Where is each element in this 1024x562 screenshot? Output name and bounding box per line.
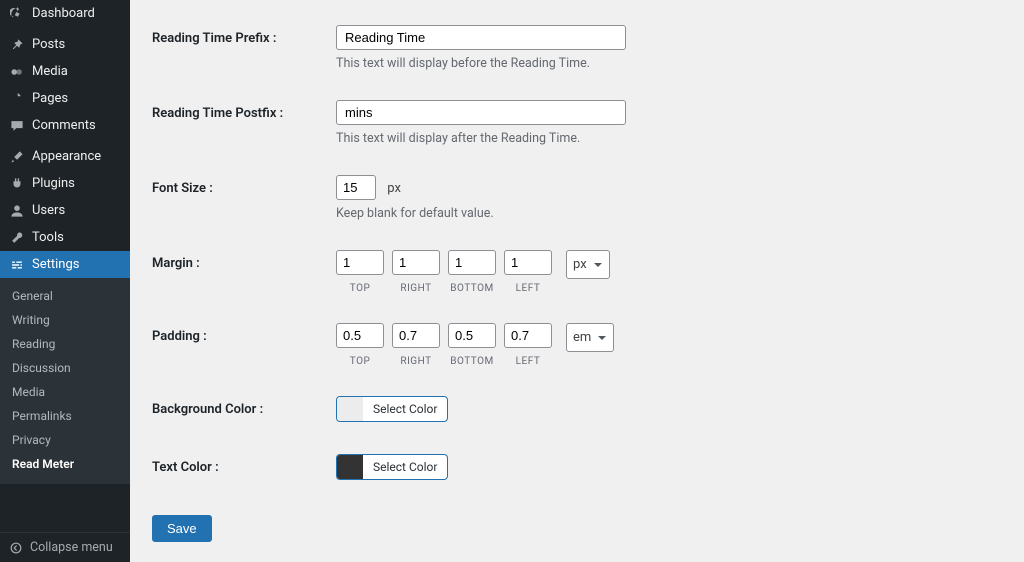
padding-unit-select[interactable]: em [566, 323, 614, 352]
chevron-down-icon [593, 260, 603, 270]
margin-left-input[interactable] [504, 250, 552, 275]
media-icon [10, 65, 24, 79]
sidebar-item-label: Media [32, 64, 68, 79]
margin-top-caption: TOP [350, 283, 371, 294]
postfix-desc: This text will display after the Reading… [336, 131, 1002, 146]
sidebar-item-label: Posts [32, 37, 65, 52]
chevron-down-icon [597, 333, 607, 343]
sidebar-item-label: Pages [32, 91, 68, 106]
font-size-label: Font Size : [152, 175, 336, 221]
sidebar-item-label: Appearance [32, 149, 101, 164]
sidebar-item-appearance[interactable]: Appearance [0, 143, 130, 170]
collapse-menu[interactable]: Collapse menu [0, 532, 130, 562]
sidebar-item-plugins[interactable]: Plugins [0, 170, 130, 197]
sidebar-item-comments[interactable]: Comments [0, 112, 130, 139]
margin-left-caption: LEFT [516, 283, 541, 294]
padding-top-caption: TOP [350, 356, 371, 367]
prefix-label: Reading Time Prefix : [152, 25, 336, 71]
submenu-read-meter[interactable]: Read Meter [0, 452, 130, 476]
submenu-discussion[interactable]: Discussion [0, 356, 130, 380]
padding-right-input[interactable] [392, 323, 440, 348]
submenu-permalinks[interactable]: Permalinks [0, 404, 130, 428]
sidebar-item-label: Comments [32, 118, 96, 133]
margin-top-input[interactable] [336, 250, 384, 275]
settings-submenu: General Writing Reading Discussion Media… [0, 278, 130, 484]
collapse-label: Collapse menu [30, 540, 113, 555]
sliders-icon [10, 258, 24, 272]
prefix-input[interactable] [336, 25, 626, 50]
bg-color-picker[interactable]: Select Color [336, 396, 448, 422]
padding-left-input[interactable] [504, 323, 552, 348]
page-icon [10, 92, 24, 106]
margin-bottom-input[interactable] [448, 250, 496, 275]
text-color-button-label: Select Color [363, 455, 447, 479]
settings-form: Reading Time Prefix : This text will dis… [130, 0, 1024, 562]
bg-color-swatch [337, 397, 363, 421]
padding-unit-value: em [573, 330, 591, 345]
sidebar-item-media[interactable]: Media [0, 58, 130, 85]
padding-left-caption: LEFT [516, 356, 541, 367]
postfix-label: Reading Time Postfix : [152, 100, 336, 146]
font-size-unit: px [387, 181, 401, 196]
dashboard-icon [10, 7, 24, 21]
bg-color-label: Background Color : [152, 396, 336, 425]
padding-label: Padding : [152, 323, 336, 367]
sidebar-item-label: Plugins [32, 176, 75, 191]
wrench-icon [10, 231, 24, 245]
font-size-input[interactable] [336, 175, 376, 200]
submenu-privacy[interactable]: Privacy [0, 428, 130, 452]
collapse-icon [10, 542, 22, 554]
save-button[interactable]: Save [152, 515, 212, 542]
comment-icon [10, 119, 24, 133]
submenu-reading[interactable]: Reading [0, 332, 130, 356]
pin-icon [10, 38, 24, 52]
submenu-media[interactable]: Media [0, 380, 130, 404]
padding-bottom-caption: BOTTOM [450, 356, 493, 367]
sidebar-item-tools[interactable]: Tools [0, 224, 130, 251]
plug-icon [10, 177, 24, 191]
prefix-desc: This text will display before the Readin… [336, 56, 1002, 71]
text-color-label: Text Color : [152, 454, 336, 483]
submenu-general[interactable]: General [0, 284, 130, 308]
padding-right-caption: RIGHT [400, 356, 431, 367]
margin-label: Margin : [152, 250, 336, 294]
sidebar-item-label: Tools [32, 230, 64, 245]
margin-unit-value: px [573, 257, 587, 272]
sidebar-item-dashboard[interactable]: Dashboard [0, 0, 130, 27]
sidebar-item-settings[interactable]: Settings [0, 251, 130, 278]
padding-top-input[interactable] [336, 323, 384, 348]
sidebar-item-label: Dashboard [32, 6, 95, 21]
admin-sidebar: Dashboard Posts Media Pages Comments [0, 0, 130, 562]
user-icon [10, 204, 24, 218]
margin-right-input[interactable] [392, 250, 440, 275]
brush-icon [10, 150, 24, 164]
sidebar-item-label: Users [32, 203, 65, 218]
padding-bottom-input[interactable] [448, 323, 496, 348]
postfix-input[interactable] [336, 100, 626, 125]
sidebar-item-pages[interactable]: Pages [0, 85, 130, 112]
text-color-swatch [337, 455, 363, 479]
sidebar-item-label: Settings [32, 257, 79, 272]
margin-right-caption: RIGHT [400, 283, 431, 294]
sidebar-item-posts[interactable]: Posts [0, 31, 130, 58]
sidebar-item-users[interactable]: Users [0, 197, 130, 224]
font-size-desc: Keep blank for default value. [336, 206, 1002, 221]
margin-bottom-caption: BOTTOM [450, 283, 493, 294]
margin-unit-select[interactable]: px [566, 250, 610, 279]
bg-color-button-label: Select Color [363, 397, 447, 421]
submenu-writing[interactable]: Writing [0, 308, 130, 332]
text-color-picker[interactable]: Select Color [336, 454, 448, 480]
